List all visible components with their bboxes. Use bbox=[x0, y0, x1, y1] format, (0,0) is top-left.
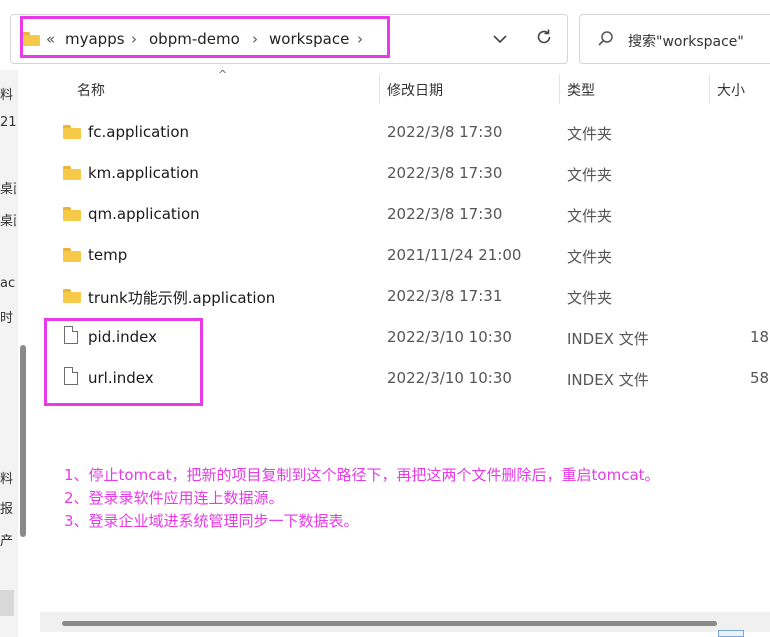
folder-icon bbox=[63, 248, 81, 262]
file-type: 文件夹 bbox=[567, 248, 613, 266]
file-row[interactable]: trunk功能示例.application 2022/3/8 17:31 文件夹 bbox=[40, 275, 770, 316]
file-name: qm.application bbox=[88, 205, 200, 223]
file-modified: 2022/3/10 10:30 bbox=[387, 328, 512, 346]
file-modified: 2022/3/8 17:30 bbox=[387, 164, 503, 182]
search-placeholder: 搜索"workspace" bbox=[628, 34, 744, 50]
folder-icon bbox=[63, 289, 81, 303]
column-header-size[interactable]: 大小 bbox=[717, 80, 745, 100]
annotation-note: 2、登录录软件应用连上数据源。 bbox=[64, 489, 284, 507]
column-divider[interactable] bbox=[379, 74, 380, 104]
file-type: INDEX 文件 bbox=[567, 330, 649, 348]
file-row[interactable]: fc.application 2022/3/8 17:30 文件夹 bbox=[40, 111, 770, 152]
nav-item-fragment[interactable]: 时 bbox=[0, 307, 16, 326]
file-modified: 2022/3/8 17:31 bbox=[387, 287, 503, 305]
folder-icon bbox=[63, 125, 81, 139]
nav-item-fragment[interactable]: 21 bbox=[0, 115, 16, 130]
file-modified: 2022/3/8 17:30 bbox=[387, 123, 503, 141]
file-size: 18 bbox=[750, 328, 770, 346]
annotation-notes: 1、停止tomcat，把新的项目复制到这个路径下，再把这两个文件删除后，重启to… bbox=[64, 464, 660, 533]
file-row[interactable]: qm.application 2022/3/8 17:30 文件夹 bbox=[40, 193, 770, 234]
nav-item-fragment[interactable]: 桌面 bbox=[0, 178, 16, 197]
annotation-note: 3、登录企业域进系统管理同步一下数据表。 bbox=[64, 512, 359, 530]
file-type: 文件夹 bbox=[567, 166, 613, 184]
file-name: temp bbox=[88, 246, 128, 264]
address-highlight-box bbox=[20, 16, 390, 58]
folder-icon bbox=[63, 207, 81, 221]
nav-scrollbar-thumb[interactable] bbox=[20, 345, 26, 537]
file-row[interactable]: temp 2021/11/24 21:00 文件夹 bbox=[40, 234, 770, 275]
file-type: 文件夹 bbox=[567, 125, 613, 143]
nav-item-fragment[interactable]: ac bbox=[0, 276, 16, 291]
column-divider[interactable] bbox=[559, 74, 560, 104]
file-name: km.application bbox=[88, 164, 199, 182]
annotation-note: 1、停止tomcat，把新的项目复制到这个路径下，再把这两个文件删除后，重启to… bbox=[64, 466, 660, 484]
column-divider[interactable] bbox=[709, 74, 710, 104]
file-row[interactable]: km.application 2022/3/8 17:30 文件夹 bbox=[40, 152, 770, 193]
file-modified: 2022/3/8 17:30 bbox=[387, 205, 503, 223]
files-highlight-box bbox=[44, 318, 203, 406]
file-name: trunk功能示例.application bbox=[88, 289, 276, 307]
refresh-icon[interactable] bbox=[535, 28, 553, 51]
nav-item-fragment[interactable]: 料 bbox=[0, 468, 16, 487]
sort-ascending-icon: ^ bbox=[218, 68, 228, 81]
column-header-modified[interactable]: 修改日期 bbox=[387, 80, 443, 100]
view-toggle-button[interactable] bbox=[718, 630, 744, 637]
chevron-down-icon[interactable] bbox=[492, 29, 508, 50]
nav-item-fragment[interactable]: 料 bbox=[0, 84, 16, 103]
file-type: 文件夹 bbox=[567, 207, 613, 225]
file-type: INDEX 文件 bbox=[567, 371, 649, 389]
nav-item-fragment[interactable]: 报 bbox=[0, 498, 16, 517]
horizontal-scrollbar-thumb[interactable] bbox=[62, 621, 717, 626]
folder-icon bbox=[63, 166, 81, 180]
file-name: fc.application bbox=[88, 123, 190, 141]
file-type: 文件夹 bbox=[567, 289, 613, 307]
column-header-type[interactable]: 类型 bbox=[567, 80, 595, 100]
nav-item-fragment[interactable]: 桌面 bbox=[0, 210, 16, 229]
nav-item-selected[interactable] bbox=[0, 590, 14, 616]
search-icon[interactable] bbox=[597, 30, 615, 52]
file-size: 58 bbox=[750, 369, 770, 387]
navigation-pane: 料 21 桌面 桌面 ac 时 料 报 产 bbox=[0, 70, 18, 637]
nav-item-fragment[interactable]: 产 bbox=[0, 530, 16, 549]
file-modified: 2022/3/10 10:30 bbox=[387, 369, 512, 387]
column-header-name[interactable]: 名称 bbox=[77, 80, 105, 100]
file-modified: 2021/11/24 21:00 bbox=[387, 246, 522, 264]
